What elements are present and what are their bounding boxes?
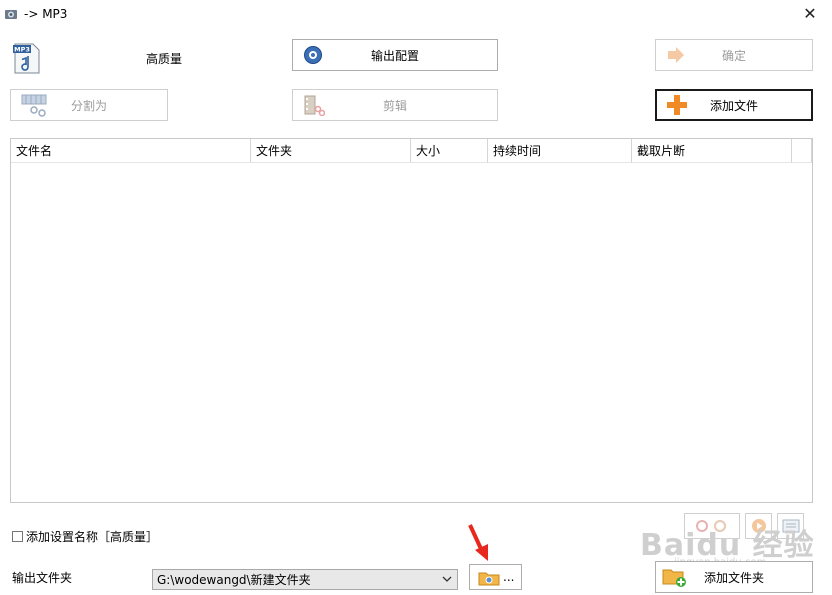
chevron-down-icon bbox=[442, 576, 452, 582]
add-setting-name-option[interactable]: 添加设置名称［高质量］ bbox=[12, 528, 158, 545]
output-folder-label: 输出文件夹 bbox=[12, 571, 73, 585]
add-file-button[interactable]: 添加文件 bbox=[655, 89, 813, 121]
output-folder-path: G:\wodewangd\新建文件夹 bbox=[157, 573, 311, 587]
gear-icon bbox=[304, 46, 322, 64]
window-title: -> MP3 bbox=[24, 7, 68, 21]
split-scissors-icon bbox=[21, 94, 47, 117]
file-list[interactable]: 文件名 文件夹 大小 持续时间 截取片断 bbox=[10, 138, 813, 503]
close-icon[interactable]: ✕ bbox=[800, 4, 820, 24]
add-file-label: 添加文件 bbox=[709, 98, 758, 113]
annotation-arrow-icon bbox=[468, 524, 488, 561]
app-icon bbox=[5, 10, 17, 19]
add-setting-name-label: 添加设置名称［高质量］ bbox=[26, 530, 159, 544]
output-config-label: 输出配置 bbox=[370, 48, 419, 63]
add-folder-label: 添加文件夹 bbox=[703, 570, 764, 585]
quality-label: 高质量 bbox=[146, 52, 183, 66]
add-setting-name-checkbox[interactable] bbox=[12, 531, 23, 542]
confirm-label: 确定 bbox=[721, 48, 746, 63]
svg-text:MP3: MP3 bbox=[14, 46, 30, 54]
cut-button[interactable]: 剪辑 bbox=[292, 89, 498, 121]
column-header-spacer bbox=[792, 139, 812, 163]
add-folder-icon bbox=[662, 569, 686, 587]
column-header-folder[interactable]: 文件夹 bbox=[251, 139, 411, 163]
column-header-duration[interactable]: 持续时间 bbox=[488, 139, 632, 163]
output-folder-select[interactable]: G:\wodewangd\新建文件夹 bbox=[152, 569, 458, 590]
add-folder-button[interactable]: 添加文件夹 bbox=[655, 561, 813, 593]
cut-label: 剪辑 bbox=[382, 98, 407, 113]
plus-icon bbox=[667, 95, 687, 115]
mp3-file-icon: MP3 bbox=[13, 43, 40, 74]
browse-label: ... bbox=[503, 570, 515, 584]
output-config-button[interactable]: 输出配置 bbox=[292, 39, 498, 71]
column-header-filename[interactable]: 文件名 bbox=[11, 139, 251, 163]
browse-folder-button[interactable]: ... bbox=[469, 564, 522, 590]
column-header-size[interactable]: 大小 bbox=[411, 139, 488, 163]
file-list-header: 文件名 文件夹 大小 持续时间 截取片断 bbox=[11, 139, 812, 163]
film-cut-icon bbox=[304, 95, 325, 116]
title-bar: -> MP3 ✕ bbox=[0, 0, 832, 28]
column-header-clip[interactable]: 截取片断 bbox=[632, 139, 792, 163]
split-button[interactable]: 分割为 bbox=[10, 89, 168, 121]
split-label: 分割为 bbox=[70, 98, 107, 113]
folder-camera-icon bbox=[478, 572, 500, 586]
arrow-right-icon bbox=[668, 47, 684, 63]
confirm-button[interactable]: 确定 bbox=[655, 39, 813, 71]
